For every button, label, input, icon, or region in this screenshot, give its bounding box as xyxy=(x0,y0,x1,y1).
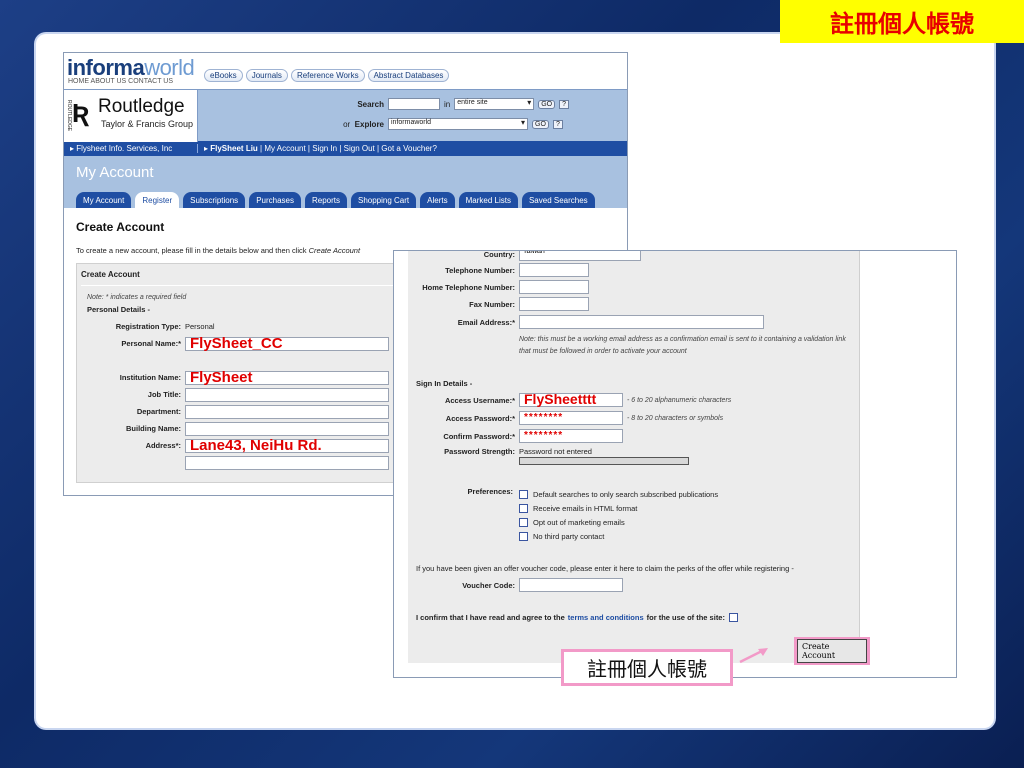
nav-journals[interactable]: Journals xyxy=(245,69,288,82)
search-go-button[interactable]: GO xyxy=(538,99,556,109)
email-input[interactable] xyxy=(519,315,764,329)
explore-help-icon[interactable]: ? xyxy=(552,119,563,129)
pref-html-emails[interactable]: Receive emails in HTML format xyxy=(519,501,718,515)
tab-subscriptions[interactable]: Subscriptions xyxy=(183,192,246,208)
tab-reports[interactable]: Reports xyxy=(304,192,347,208)
create-account-highlight: Create Account xyxy=(794,637,870,665)
explore-select[interactable]: informaworld xyxy=(388,118,528,130)
email-row: Email Address:* xyxy=(408,315,764,329)
telephone-input[interactable] xyxy=(519,263,589,277)
address-line2-input[interactable] xyxy=(185,455,389,470)
department-input[interactable] xyxy=(185,404,389,419)
create-account-button[interactable]: Create Account xyxy=(797,639,867,663)
top-nav: eBooks Journals Reference Works Abstract… xyxy=(204,69,450,82)
nav-reference-works[interactable]: Reference Works xyxy=(290,69,365,82)
pref-no-third-party[interactable]: No third party contact xyxy=(519,529,718,543)
email-note: Note: this must be a working email addre… xyxy=(519,336,846,355)
username-input[interactable]: FlySheetttt xyxy=(519,391,623,407)
country-select[interactable]: Taiwan xyxy=(519,251,641,261)
my-account-band: My Account My Account Register Subscript… xyxy=(64,156,627,208)
sign-in-section-title: Sign In Details - xyxy=(416,379,473,388)
routledge-logo[interactable]: ROUTLEDGE Ʀ Routledge Taylor & Francis G… xyxy=(64,90,198,142)
user-bar: ▸ Flysheet Info. Services, Inc ▸ FlyShee… xyxy=(64,141,627,156)
tab-saved-searches[interactable]: Saved Searches xyxy=(521,192,595,208)
user-links[interactable]: ▸ FlySheet Liu | My Account | Sign In | … xyxy=(198,144,437,153)
username-row: Access Username:* FlySheetttt - 6 to 20 … xyxy=(444,391,732,407)
checkbox-icon xyxy=(519,489,528,499)
checkbox-icon xyxy=(519,517,528,527)
registration-form-panel: Country: Taiwan Telephone Number: Home T… xyxy=(408,251,870,665)
fax-input[interactable] xyxy=(519,297,589,311)
slide-title: 註冊個人帳號 xyxy=(780,0,1024,43)
search-band: ROUTLEDGE Ʀ Routledge Taylor & Francis G… xyxy=(64,89,627,142)
nav-ebooks[interactable]: eBooks xyxy=(204,69,243,82)
tab-alerts[interactable]: Alerts xyxy=(420,192,455,208)
header-links[interactable]: HOME ABOUT US CONTACT US xyxy=(68,78,173,85)
checkbox-icon xyxy=(519,531,528,541)
tab-shopping-cart[interactable]: Shopping Cart xyxy=(351,192,417,208)
password-strength-row: Password Strength: Password not entered xyxy=(408,447,689,465)
password-strength-meter xyxy=(519,457,689,465)
nav-abstract-databases[interactable]: Abstract Databases xyxy=(367,69,450,82)
home-telephone-input[interactable] xyxy=(519,280,589,294)
country-row: Country: Taiwan xyxy=(408,251,641,261)
tab-purchases[interactable]: Purchases xyxy=(249,192,301,208)
voucher-input[interactable] xyxy=(519,578,623,592)
preferences-list: Default searches to only search subscrib… xyxy=(519,487,718,543)
password-strength-text: Password not entered xyxy=(519,447,592,456)
callout-label: 註冊個人帳號 xyxy=(561,649,733,686)
routledge-mark-icon: Ʀ xyxy=(72,98,90,128)
site-header: informaworld HOME ABOUT US CONTACT US eB… xyxy=(64,53,627,89)
job-title-input[interactable] xyxy=(185,387,389,402)
password-row: Access Password:* ******** - 8 to 20 cha… xyxy=(445,411,724,425)
terms-confirm-row: I confirm that I have read and agree to … xyxy=(416,613,743,622)
fax-row: Fax Number: xyxy=(408,297,589,311)
search-row: Search in entire site GO ? xyxy=(304,98,570,110)
confirm-password-input[interactable]: ******** xyxy=(519,429,623,443)
create-account-heading: Create Account xyxy=(76,220,165,234)
home-telephone-row: Home Telephone Number: xyxy=(408,280,589,294)
user-org: ▸ Flysheet Info. Services, Inc xyxy=(64,144,198,153)
search-help-icon[interactable]: ? xyxy=(559,99,570,109)
account-tabs: My Account Register Subscriptions Purcha… xyxy=(76,192,595,208)
institution-input[interactable]: FlySheet xyxy=(185,369,389,386)
tab-marked-lists[interactable]: Marked Lists xyxy=(458,192,518,208)
terms-link[interactable]: terms and conditions xyxy=(568,613,644,622)
callout-arrow-icon xyxy=(739,648,768,664)
screenshot-account-bottom: Country: Taiwan Telephone Number: Home T… xyxy=(393,250,957,678)
terms-checkbox[interactable] xyxy=(728,613,738,622)
pref-default-searches[interactable]: Default searches to only search subscrib… xyxy=(519,487,718,501)
telephone-row: Telephone Number: xyxy=(408,263,589,277)
confirm-password-row: Confirm Password:* ******** xyxy=(408,429,623,443)
page-title: My Account xyxy=(76,164,154,181)
checkbox-icon xyxy=(519,503,528,513)
address-input[interactable]: Lane43, NeiHu Rd. xyxy=(185,437,389,454)
personal-name-input[interactable]: FlySheet_CC xyxy=(185,335,389,352)
explore-row: or Explore informaworld GO ? xyxy=(304,118,563,130)
building-input[interactable] xyxy=(185,421,389,436)
search-scope-select[interactable]: entire site xyxy=(454,98,535,110)
search-input[interactable] xyxy=(388,98,440,110)
voucher-note: If you have been given an offer voucher … xyxy=(416,564,794,573)
tab-my-account[interactable]: My Account xyxy=(76,192,132,208)
tab-register[interactable]: Register xyxy=(135,192,180,208)
password-input[interactable]: ******** xyxy=(519,411,623,425)
preferences-row: Preferences: Default searches to only se… xyxy=(408,487,718,543)
voucher-row: Voucher Code: xyxy=(408,578,623,592)
pref-opt-out-marketing[interactable]: Opt out of marketing emails xyxy=(519,515,718,529)
explore-go-button[interactable]: GO xyxy=(532,119,549,129)
